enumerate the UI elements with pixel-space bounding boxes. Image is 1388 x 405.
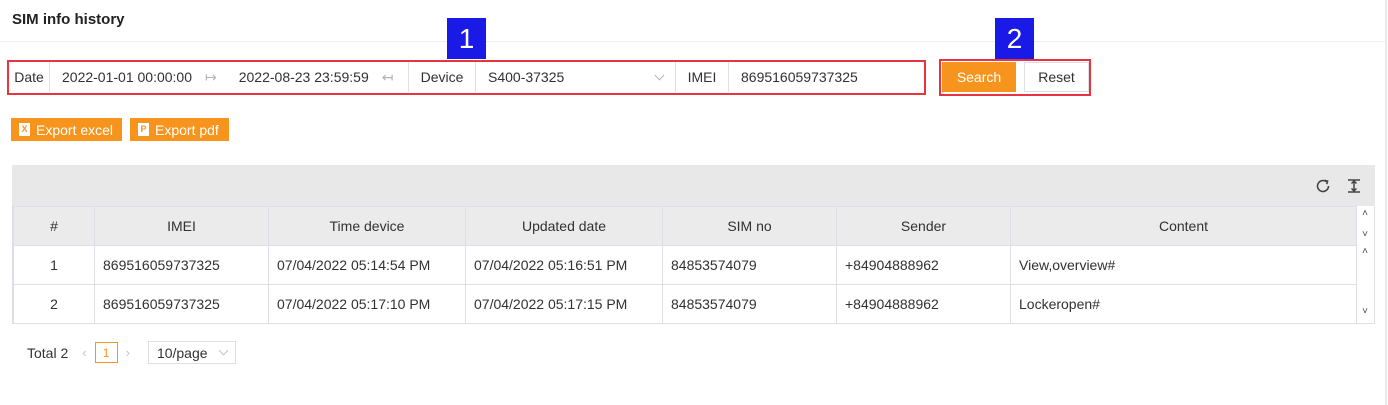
column-header[interactable]: Updated date bbox=[465, 206, 663, 246]
column-header[interactable]: Time device bbox=[268, 206, 466, 246]
chevron-left-icon[interactable]: ‹ bbox=[82, 345, 86, 360]
column-header[interactable]: Content bbox=[1010, 206, 1357, 246]
table-header-row: # IMEI Time device Updated date SIM no S… bbox=[13, 206, 1357, 246]
table-cell: 84853574079 bbox=[662, 245, 837, 285]
table-cell: 84853574079 bbox=[662, 284, 837, 324]
export-excel-label: Export excel bbox=[36, 121, 114, 138]
excel-file-icon: X bbox=[19, 123, 30, 136]
table-toolbar bbox=[12, 165, 1375, 206]
table-cell: 07/04/2022 05:17:10 PM bbox=[268, 284, 466, 324]
table-cell: 07/04/2022 05:16:51 PM bbox=[465, 245, 663, 285]
refresh-icon[interactable] bbox=[1315, 178, 1331, 194]
table-cell: +84904888962 bbox=[836, 284, 1011, 324]
chevron-up-icon[interactable]: ˄ bbox=[1361, 247, 1369, 257]
column-header[interactable]: IMEI bbox=[94, 206, 269, 246]
pdf-file-icon: P bbox=[138, 123, 149, 136]
table-cell: 869516059737325 bbox=[94, 284, 269, 324]
table-cell: 07/04/2022 05:17:15 PM bbox=[465, 284, 663, 324]
chevron-down-icon[interactable]: ˅ bbox=[1361, 307, 1369, 317]
marker-1: 1 bbox=[447, 18, 486, 59]
chevron-down-icon[interactable]: ˅ bbox=[1361, 230, 1369, 240]
chevron-down-icon bbox=[218, 345, 229, 356]
page-size-select[interactable]: 10/page bbox=[147, 341, 236, 364]
page-number-button[interactable]: 1 bbox=[94, 342, 118, 363]
table-scrollbar[interactable]: ˄ ˅ ˄ ˅ bbox=[1356, 206, 1375, 323]
table-cell: Lockeropen# bbox=[1010, 284, 1357, 324]
marker-2: 2 bbox=[995, 18, 1034, 59]
table-cell: +84904888962 bbox=[836, 245, 1011, 285]
export-excel-button[interactable]: X Export excel bbox=[11, 118, 122, 141]
table-cell: 07/04/2022 05:14:54 PM bbox=[268, 245, 466, 285]
page-title: SIM info history bbox=[12, 11, 125, 28]
column-header[interactable]: Sender bbox=[836, 206, 1011, 246]
page-size-value: 10/page bbox=[156, 344, 208, 361]
pagination-total: Total 2 bbox=[27, 344, 69, 361]
filter-highlight-box bbox=[7, 60, 926, 95]
column-header[interactable]: SIM no bbox=[662, 206, 837, 246]
data-table: # IMEI Time device Updated date SIM no S… bbox=[12, 206, 1375, 324]
table-row[interactable]: 2 869516059737325 07/04/2022 05:17:10 PM… bbox=[13, 284, 1357, 324]
table-cell: 2 bbox=[13, 284, 95, 324]
export-pdf-label: Export pdf bbox=[155, 121, 219, 138]
page-header: SIM info history bbox=[0, 0, 1386, 42]
table-cell: View,overview# bbox=[1010, 245, 1357, 285]
column-header[interactable]: # bbox=[13, 206, 95, 246]
right-border bbox=[1385, 0, 1387, 405]
column-height-icon[interactable] bbox=[1346, 178, 1362, 194]
chevron-up-icon[interactable]: ˄ bbox=[1361, 209, 1369, 219]
table-cell: 1 bbox=[13, 245, 95, 285]
table-cell: 869516059737325 bbox=[94, 245, 269, 285]
chevron-right-icon[interactable]: › bbox=[126, 345, 130, 360]
export-pdf-button[interactable]: P Export pdf bbox=[130, 118, 229, 141]
pagination: Total 2 ‹ 1 › 10/page bbox=[27, 341, 236, 364]
table-row[interactable]: 1 869516059737325 07/04/2022 05:14:54 PM… bbox=[13, 245, 1357, 285]
actions-highlight-box bbox=[939, 59, 1091, 96]
